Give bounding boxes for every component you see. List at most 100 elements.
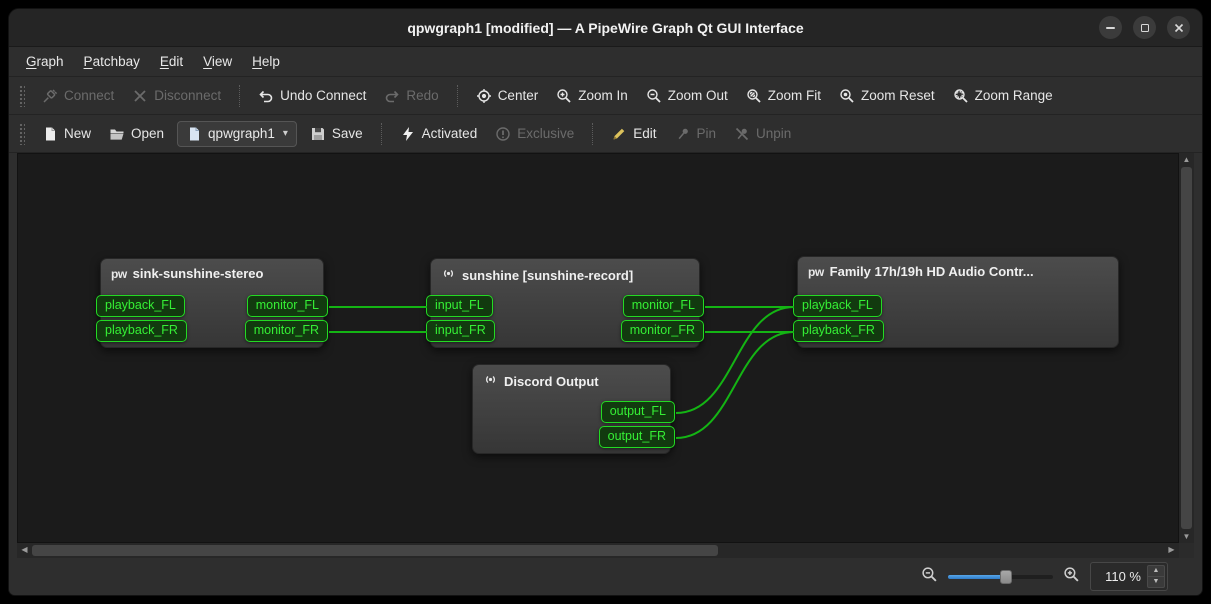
toolbar-drag-handle[interactable] xyxy=(19,123,25,145)
zoom-spin-down-button[interactable]: ▼ xyxy=(1147,577,1165,588)
graph-node-sink[interactable]: pw sink-sunshine-stereo playback_FL play… xyxy=(100,258,324,348)
undo-connect-button[interactable]: Undo Connect xyxy=(249,83,375,109)
connect-label: Connect xyxy=(64,88,114,103)
minimize-icon xyxy=(1106,27,1115,29)
node-port[interactable]: playback_FR xyxy=(96,320,187,342)
zoom-in-button[interactable]: Zoom In xyxy=(547,83,637,109)
toolbar-separator xyxy=(457,85,458,107)
connections-layer xyxy=(18,154,1178,542)
new-button[interactable]: New xyxy=(33,121,100,147)
zoom-out-label: Zoom Out xyxy=(668,88,728,103)
redo-button[interactable]: Redo xyxy=(375,83,447,109)
zoom-spin-up-button[interactable]: ▲ xyxy=(1147,565,1165,577)
zoom-reset-button[interactable]: Zoom Reset xyxy=(830,83,944,109)
edit-pencil-icon xyxy=(611,126,627,142)
unpin-button[interactable]: Unpin xyxy=(725,121,800,147)
redo-icon xyxy=(384,88,400,104)
node-title: Discord Output xyxy=(504,374,599,389)
patchbay-selector[interactable]: qpwgraph1 ▾ xyxy=(177,121,297,147)
node-port[interactable]: playback_FL xyxy=(96,295,185,317)
horizontal-scrollbar-thumb[interactable] xyxy=(32,545,718,556)
pipewire-icon: pw xyxy=(111,267,127,281)
graph-node-discord[interactable]: Discord Output output_FL output_FR xyxy=(472,364,671,454)
unpin-icon xyxy=(734,126,750,142)
node-port[interactable]: playback_FL xyxy=(793,295,882,317)
patchbay-toolbar: New Open qpwgraph1 ▾ Save Ac xyxy=(9,115,1202,153)
minimize-button[interactable] xyxy=(1099,16,1122,39)
zoom-slider[interactable] xyxy=(948,570,1053,584)
menu-view[interactable]: View xyxy=(194,51,241,72)
edit-label: Edit xyxy=(633,126,656,141)
menu-patchbay[interactable]: Patchbay xyxy=(75,51,149,72)
activated-button[interactable]: Activated xyxy=(391,121,487,147)
disconnect-button[interactable]: Disconnect xyxy=(123,83,230,109)
open-button[interactable]: Open xyxy=(100,121,173,147)
patchbay-selector-value: qpwgraph1 xyxy=(208,126,275,141)
node-port[interactable]: output_FR xyxy=(599,426,675,448)
save-button[interactable]: Save xyxy=(301,121,372,147)
scrollbar-corner xyxy=(1179,543,1194,558)
disconnect-icon xyxy=(132,88,148,104)
zoom-range-button[interactable]: Zoom Range xyxy=(944,83,1062,109)
edit-button[interactable]: Edit xyxy=(602,121,665,147)
new-file-icon xyxy=(42,126,58,142)
vertical-scrollbar-thumb[interactable] xyxy=(1181,167,1192,529)
zoom-fit-label: Zoom Fit xyxy=(768,88,821,103)
zoom-reset-icon xyxy=(839,88,855,104)
save-label: Save xyxy=(332,126,363,141)
node-port[interactable]: monitor_FL xyxy=(623,295,704,317)
close-button[interactable] xyxy=(1167,16,1190,39)
center-button[interactable]: Center xyxy=(467,83,548,109)
toolbar-separator xyxy=(592,123,593,145)
node-port[interactable]: monitor_FL xyxy=(247,295,328,317)
open-label: Open xyxy=(131,126,164,141)
open-folder-icon xyxy=(109,126,125,142)
zoom-slider-handle[interactable] xyxy=(1000,570,1012,584)
scroll-right-button[interactable]: ▶ xyxy=(1164,543,1179,556)
zoom-out-button[interactable]: Zoom Out xyxy=(637,83,737,109)
activated-bolt-icon xyxy=(400,126,416,142)
horizontal-scrollbar[interactable]: ◀ ▶ xyxy=(17,543,1179,558)
scroll-down-button[interactable]: ▼ xyxy=(1179,530,1194,543)
vertical-scrollbar[interactable]: ▲ ▼ xyxy=(1179,153,1194,543)
toolbar-drag-handle[interactable] xyxy=(19,85,25,107)
activated-label: Activated xyxy=(422,126,478,141)
zoom-out-small-icon[interactable] xyxy=(921,566,938,588)
pin-button[interactable]: Pin xyxy=(666,121,726,147)
connect-button[interactable]: Connect xyxy=(33,83,123,109)
zoom-in-small-icon[interactable] xyxy=(1063,566,1080,588)
scroll-left-button[interactable]: ◀ xyxy=(17,543,32,556)
menu-graph[interactable]: Graph xyxy=(17,51,73,72)
node-port[interactable]: output_FL xyxy=(601,401,675,423)
exclusive-button[interactable]: Exclusive xyxy=(486,121,583,147)
menu-edit[interactable]: Edit xyxy=(151,51,192,72)
menu-help[interactable]: Help xyxy=(243,51,289,72)
graph-node-sunshine[interactable]: sunshine [sunshine-record] input_FL inpu… xyxy=(430,258,700,348)
scroll-up-button[interactable]: ▲ xyxy=(1179,153,1194,166)
node-port[interactable]: input_FR xyxy=(426,320,495,342)
center-label: Center xyxy=(498,88,539,103)
exclusive-label: Exclusive xyxy=(517,126,574,141)
toolbar-separator xyxy=(239,85,240,107)
node-title: Family 17h/19h HD Audio Contr... xyxy=(830,264,1034,279)
graph-node-family-audio[interactable]: pw Family 17h/19h HD Audio Contr... play… xyxy=(797,256,1119,348)
node-port[interactable]: monitor_FR xyxy=(245,320,328,342)
zoom-fit-button[interactable]: Zoom Fit xyxy=(737,83,830,109)
pipewire-icon: pw xyxy=(808,265,824,279)
maximize-button[interactable] xyxy=(1133,16,1156,39)
titlebar[interactable]: qpwgraph1 [modified] — A PipeWire Graph … xyxy=(9,9,1202,47)
node-port[interactable]: monitor_FR xyxy=(621,320,704,342)
graph-canvas[interactable]: pw sink-sunshine-stereo playback_FL play… xyxy=(17,153,1179,543)
pin-label: Pin xyxy=(697,126,717,141)
zoom-reset-label: Zoom Reset xyxy=(861,88,935,103)
zoom-out-icon xyxy=(646,88,662,104)
chevron-down-icon: ▾ xyxy=(283,128,288,139)
node-port[interactable]: playback_FR xyxy=(793,320,884,342)
monitor-icon xyxy=(441,266,456,284)
save-icon xyxy=(310,126,326,142)
app-window: qpwgraph1 [modified] — A PipeWire Graph … xyxy=(8,8,1203,596)
zoom-spinbox[interactable]: 110 % ▲ ▼ xyxy=(1090,562,1168,591)
zoom-fit-icon xyxy=(746,88,762,104)
node-title: sunshine [sunshine-record] xyxy=(462,268,633,283)
node-port[interactable]: input_FL xyxy=(426,295,493,317)
